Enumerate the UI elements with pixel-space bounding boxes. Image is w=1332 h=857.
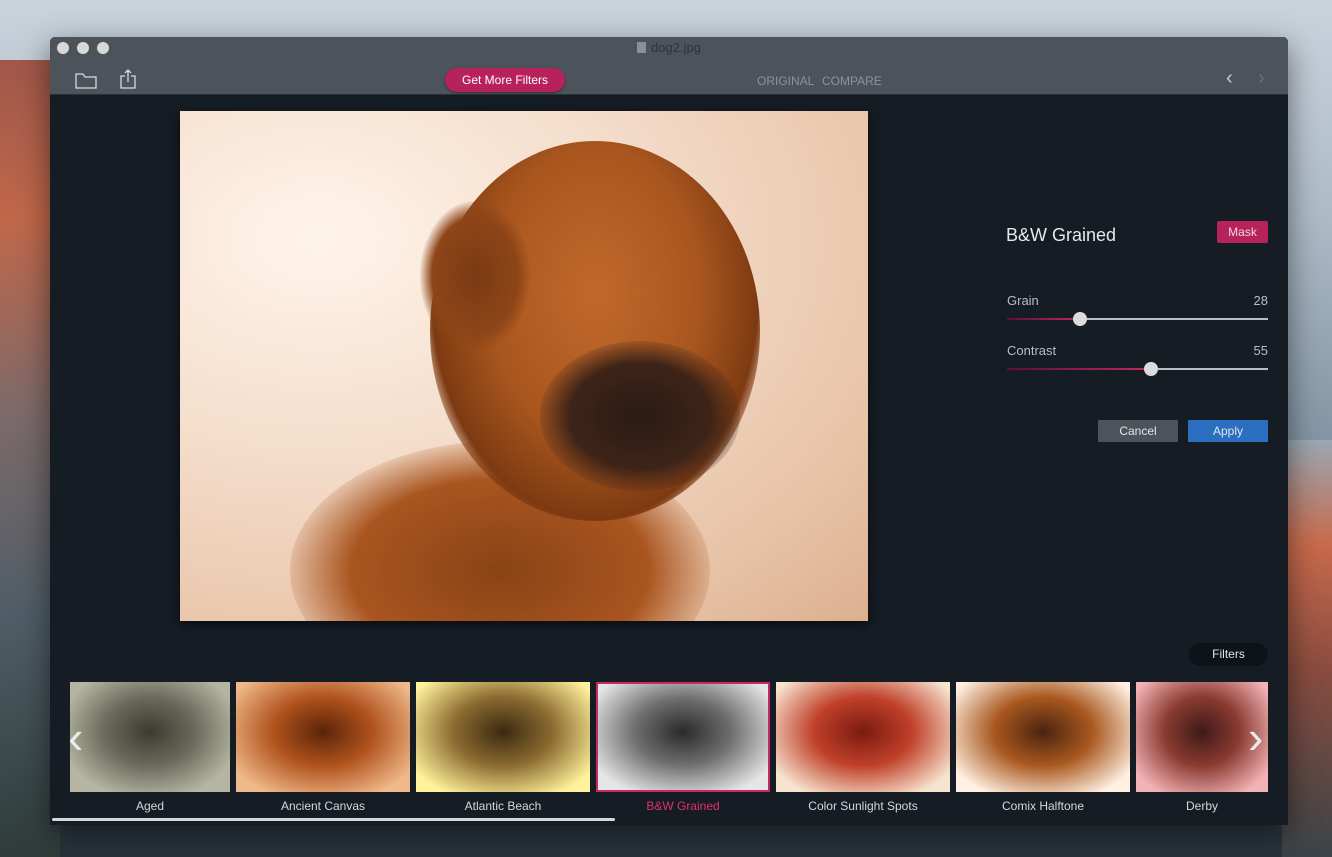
share-icon[interactable] <box>120 69 136 89</box>
filter-label: Atlantic Beach <box>464 799 542 813</box>
document-icon <box>637 42 647 53</box>
dog-ear <box>420 201 530 351</box>
filters-button[interactable]: Filters <box>1189 643 1268 666</box>
mask-button[interactable]: Mask <box>1217 221 1268 243</box>
filter-thumbnail-spots[interactable] <box>776 682 950 792</box>
grain-label: Grain <box>1007 293 1039 308</box>
tab-compare[interactable]: COMPARE <box>822 74 882 88</box>
contrast-slider[interactable] <box>1007 362 1268 376</box>
get-more-filters-button[interactable]: Get More Filters <box>445 68 565 92</box>
strip-next-arrow[interactable]: › <box>1248 712 1263 762</box>
contrast-slider-fill <box>1007 368 1151 370</box>
chevron-right-icon[interactable]: › <box>1258 67 1265 90</box>
titlebar: dog2.jpg Get More Filters ORIGINAL COMPA… <box>50 37 1288 95</box>
filter-title: B&W Grained <box>1006 225 1117 245</box>
filter-thumbnail-bw[interactable] <box>596 682 770 792</box>
cancel-button[interactable]: Cancel <box>1098 420 1178 442</box>
chevron-left-icon[interactable]: ‹ <box>1226 67 1233 90</box>
contrast-slider-knob[interactable] <box>1143 362 1158 376</box>
desktop-wallpaper-right <box>1282 440 1332 857</box>
filter-thumbnail-canvas[interactable] <box>236 682 410 792</box>
tab-original[interactable]: ORIGINAL <box>757 74 814 88</box>
app-window: dog2.jpg Get More Filters ORIGINAL COMPA… <box>50 37 1288 825</box>
grain-slider[interactable] <box>1007 312 1268 326</box>
filter-thumbnail-comix[interactable] <box>956 682 1130 792</box>
window-title: dog2.jpg <box>50 40 1288 55</box>
filter-thumbnail-aged[interactable] <box>70 682 230 792</box>
folder-icon[interactable] <box>75 73 97 89</box>
dog-muzzle <box>540 341 740 491</box>
window-title-text: dog2.jpg <box>651 40 701 55</box>
strip-scrollbar[interactable] <box>52 818 615 821</box>
filter-label: Ancient Canvas <box>280 799 366 813</box>
apply-button[interactable]: Apply <box>1188 420 1268 442</box>
grain-slider-knob[interactable] <box>1073 312 1088 326</box>
main-photo <box>180 111 868 621</box>
strip-prev-arrow[interactable]: ‹ <box>68 712 83 762</box>
filter-thumbnail-beach[interactable] <box>416 682 590 792</box>
contrast-label: Contrast <box>1007 343 1057 358</box>
grain-value: 28 <box>1253 293 1268 308</box>
grain-slider-fill <box>1007 318 1081 320</box>
filter-label: B&W Grained <box>646 799 720 813</box>
filter-label: Color Sunlight Spots <box>808 799 918 813</box>
filter-label: Derby <box>1185 799 1218 813</box>
filter-label: Aged <box>135 799 165 813</box>
filter-label: Comix Halftone <box>1001 799 1085 813</box>
contrast-value: 55 <box>1253 343 1268 358</box>
